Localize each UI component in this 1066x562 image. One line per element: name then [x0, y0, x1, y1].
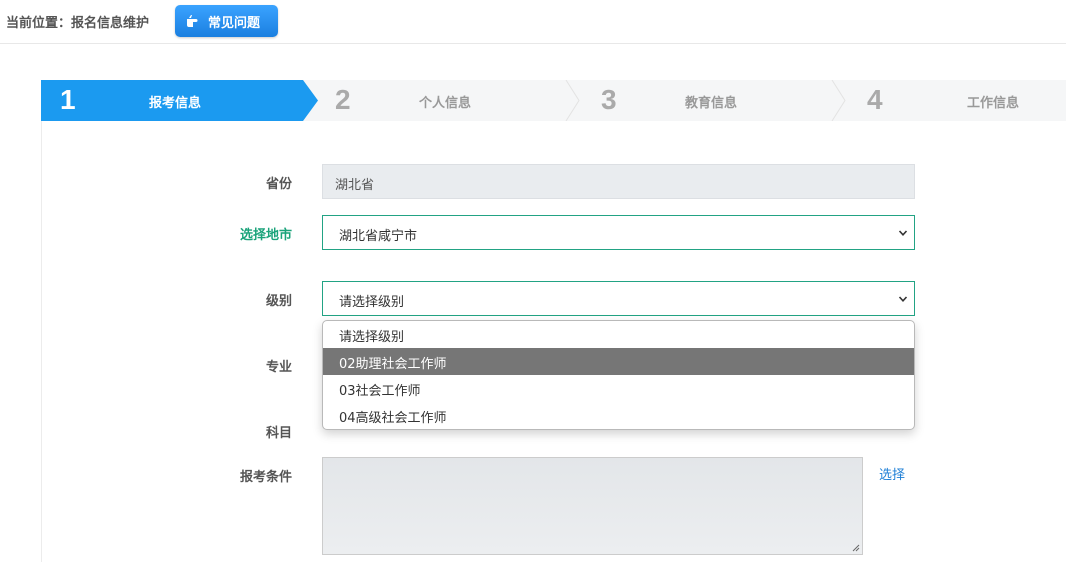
step-separator — [831, 80, 846, 121]
step-label: 工作信息 — [967, 96, 1020, 111]
faq-button-label: 常见问题 — [208, 15, 261, 31]
step-3[interactable]: 3 教育信息 — [586, 80, 826, 121]
faq-button[interactable]: 常见问题 — [175, 5, 278, 37]
step-number: 3 — [601, 84, 617, 115]
dropdown-option[interactable]: 03社会工作师 — [323, 375, 914, 402]
province-label: 省份 — [265, 177, 292, 192]
resize-handle-icon[interactable] — [852, 544, 860, 552]
dropdown-option[interactable]: 04高级社会工作师 — [323, 402, 914, 429]
level-select[interactable]: 请选择级别 — [322, 281, 915, 316]
step-progress-bar: 1 报考信息 2 个人信息 3 教育信息 4 工作信息 — [41, 80, 1066, 121]
step-4[interactable]: 4 工作信息 — [851, 80, 1066, 121]
city-select[interactable]: 湖北省咸宁市 — [322, 215, 915, 250]
step-2[interactable]: 2 个人信息 — [321, 80, 561, 121]
major-label: 专业 — [265, 360, 292, 375]
level-select-value: 请选择级别 — [339, 295, 405, 310]
dropdown-option[interactable]: 请选择级别 — [323, 321, 914, 348]
choose-link[interactable]: 选择 — [879, 464, 905, 483]
step-label: 报考信息 — [149, 96, 202, 111]
province-field: 湖北省 — [322, 164, 915, 199]
step-number: 1 — [60, 84, 76, 115]
condition-label: 报考条件 — [239, 470, 292, 485]
top-bar: 当前位置：报名信息维护 常见问题 — [0, 0, 1066, 44]
step-1[interactable]: 1 报考信息 — [41, 80, 311, 121]
dropdown-option-highlighted[interactable]: 02助理社会工作师 — [323, 348, 914, 375]
province-value: 湖北省 — [335, 178, 375, 193]
subject-label: 科目 — [265, 426, 292, 441]
city-label: 选择地市 — [239, 228, 292, 243]
pointing-hand-icon — [187, 15, 198, 27]
step-label: 教育信息 — [685, 96, 738, 111]
step-label: 个人信息 — [419, 96, 472, 111]
breadcrumb: 当前位置：报名信息维护 — [6, 16, 150, 31]
chevron-down-icon — [898, 296, 908, 302]
step-number: 4 — [867, 84, 883, 115]
level-label: 级别 — [265, 294, 292, 309]
step-number: 2 — [335, 84, 351, 115]
level-dropdown-list: 请选择级别 02助理社会工作师 03社会工作师 04高级社会工作师 — [322, 320, 915, 430]
chevron-down-icon — [898, 230, 908, 236]
city-select-value: 湖北省咸宁市 — [339, 229, 418, 244]
condition-textarea[interactable] — [322, 457, 863, 555]
step-separator — [565, 80, 580, 121]
